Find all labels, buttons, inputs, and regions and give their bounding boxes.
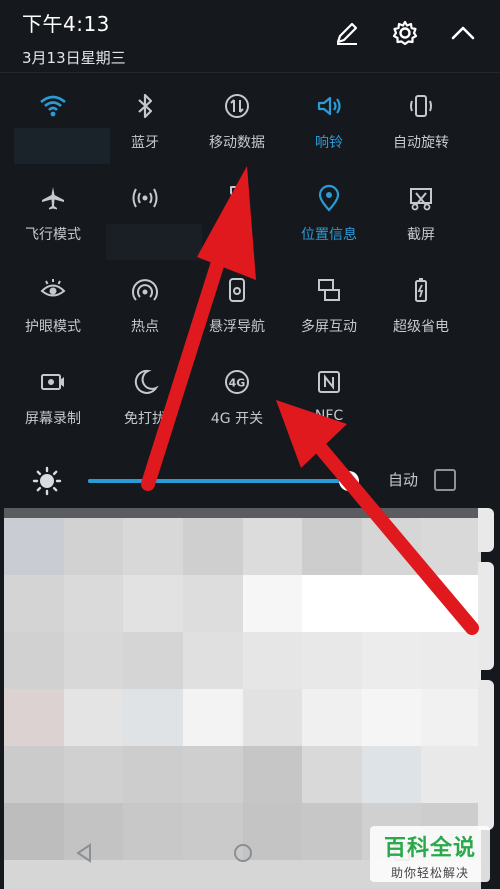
watermark-subtitle: 助你轻松解决	[390, 866, 469, 880]
arrow-to-mobile-data	[141, 166, 256, 491]
arrow-to-4g	[276, 400, 479, 635]
watermark-logo: 百科全说 助你轻松解决	[370, 826, 490, 882]
annotation-arrows	[141, 166, 479, 635]
watermark-title: 百科全说	[383, 836, 476, 861]
